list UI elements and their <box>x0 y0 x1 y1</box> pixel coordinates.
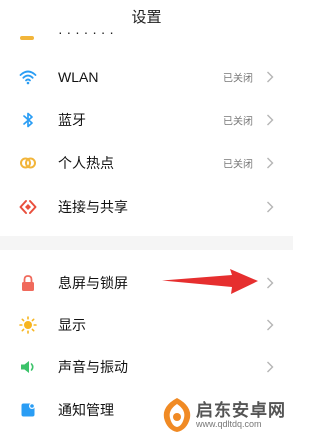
lock-icon <box>18 273 38 293</box>
page-title-text: 设置 <box>131 8 162 26</box>
settings-item-sound-vibration[interactable]: 声音与振动 <box>0 346 293 388</box>
wlan-status: 已关闭 <box>223 73 253 85</box>
notifications-label: 通知管理 <box>58 402 114 418</box>
chevron-right-icon <box>265 113 275 127</box>
watermark-title: 启东安卓网 <box>196 401 286 420</box>
chevron-right-icon <box>265 200 275 214</box>
lock-screen-label: 息屏与锁屏 <box>58 275 128 291</box>
hotspot-icon <box>18 153 38 173</box>
wifi-icon <box>18 67 38 87</box>
partial-item-icon <box>20 36 34 40</box>
bluetooth-status: 已关闭 <box>223 116 253 128</box>
bluetooth-icon <box>18 110 38 130</box>
partial-list-item[interactable]: · · · · · · · <box>0 32 293 44</box>
chevron-right-icon <box>265 156 275 170</box>
hotspot-status: 已关闭 <box>223 159 253 171</box>
hotspot-label: 个人热点 <box>58 155 114 171</box>
chevron-right-icon <box>265 70 275 84</box>
partial-item-label: · · · · · · · <box>58 32 114 40</box>
settings-item-wlan[interactable]: WLAN 已关闭 <box>0 56 293 98</box>
sound-vibration-label: 声音与振动 <box>58 359 128 375</box>
page-title: 设置 <box>0 0 293 32</box>
settings-item-hotspot[interactable]: 个人热点 已关闭 <box>0 142 293 184</box>
wlan-label: WLAN <box>58 69 99 85</box>
notification-icon <box>18 400 38 420</box>
brightness-icon <box>18 315 38 335</box>
section-divider <box>0 236 293 250</box>
display-label: 显示 <box>58 317 86 333</box>
connection-share-icon <box>18 197 38 217</box>
chevron-right-icon <box>265 360 275 374</box>
chevron-right-icon <box>265 318 275 332</box>
watermark-emblem-icon <box>163 398 191 432</box>
watermark-logo: 启东安卓网 www.qdltdq.com <box>160 392 293 440</box>
connection-share-label: 连接与共享 <box>58 199 128 215</box>
settings-item-connection-share[interactable]: 连接与共享 <box>0 186 293 228</box>
watermark-url: www.qdltdq.com <box>196 419 262 429</box>
chevron-right-icon <box>265 276 275 290</box>
volume-icon <box>18 357 38 377</box>
settings-item-bluetooth[interactable]: 蓝牙 已关闭 <box>0 99 293 141</box>
settings-item-display[interactable]: 显示 <box>0 304 293 346</box>
annotation-arrow-icon <box>162 269 258 294</box>
bluetooth-label: 蓝牙 <box>58 112 86 128</box>
